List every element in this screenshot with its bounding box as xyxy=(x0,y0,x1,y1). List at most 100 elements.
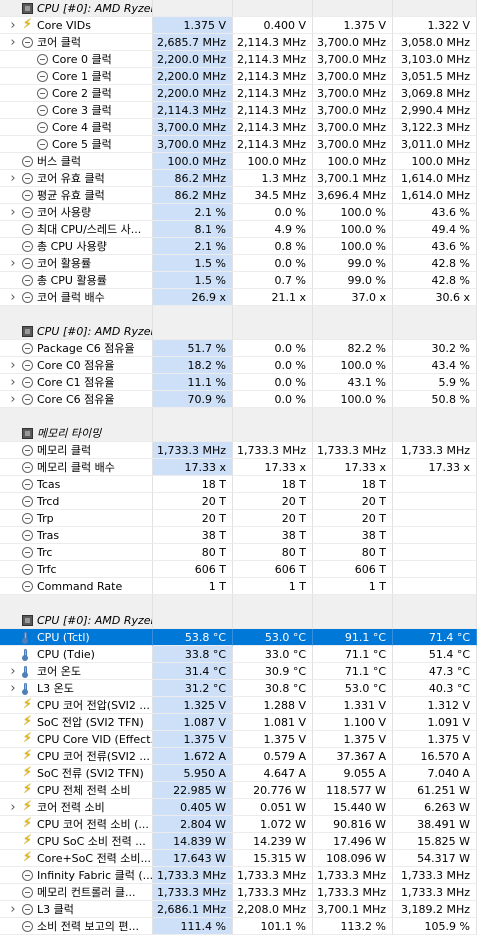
sensor-row[interactable]: › L3 클럭 2,686.1 MHz 2,208.0 MHz 3,700.1 MHz 3… xyxy=(0,901,477,918)
sensor-row[interactable]: ⚡ SoC 전류 (SVI2 TFN) 5.950 A 4.647 A 9.055 A7… xyxy=(0,765,477,782)
sensor-label-cell[interactable]: › 코어 유효 클럭 xyxy=(0,170,153,187)
sensor-label-cell[interactable]: Trc xyxy=(0,544,153,561)
section-header[interactable]: CPU [#0]: AMD Ryzen ... xyxy=(0,612,477,629)
sensor-label-cell[interactable]: › ⚡ Core VIDs xyxy=(0,17,153,34)
sensor-row[interactable]: › 코어 사용량 2.1 % 0.0 % 100.0 % 43.6 % xyxy=(0,204,477,221)
sensor-row[interactable]: 평균 유효 클럭 86.2 MHz 34.5 MHz 3,696.4 MHz 1,614… xyxy=(0,187,477,204)
section-header[interactable]: 메모리 타이밍 xyxy=(0,425,477,442)
sensor-row[interactable]: 메모리 컨트롤러 클... 1,733.3 MHz 1,733.3 MHz 1,733… xyxy=(0,884,477,901)
sensor-label-cell[interactable]: CPU (Tctl) xyxy=(0,629,153,646)
chevron-right-icon[interactable]: › xyxy=(8,391,18,407)
sensor-row[interactable]: Tras 38 T 38 T 38 T xyxy=(0,527,477,544)
chevron-right-icon[interactable]: › xyxy=(8,289,18,305)
sensor-row[interactable]: › ⚡ 코어 전력 소비 0.405 W 0.051 W 15.440 W 6.263 W xyxy=(0,799,477,816)
sensor-row[interactable]: 총 CPU 사용량 2.1 % 0.8 % 100.0 % 43.6 % xyxy=(0,238,477,255)
sensor-label-cell[interactable]: Trfc xyxy=(0,561,153,578)
sensor-label-cell[interactable]: › Core C1 점유율 xyxy=(0,374,153,391)
sensor-label-cell[interactable]: ⚡ CPU Core VID (Effect... xyxy=(0,731,153,748)
chevron-right-icon[interactable]: › xyxy=(8,374,18,390)
sensor-row[interactable]: › 코어 활용률 1.5 % 0.0 % 99.0 % 42.8 % xyxy=(0,255,477,272)
sensor-row[interactable]: › Core C6 점유율 70.9 % 0.0 % 100.0 % 50.8 % xyxy=(0,391,477,408)
sensor-label-cell[interactable]: Command Rate xyxy=(0,578,153,595)
sensor-row[interactable]: › 코어 클럭 배수 26.9 x 21.1 x 37.0 x 30.6 x xyxy=(0,289,477,306)
sensor-label-cell[interactable]: 소비 전력 보고의 편... xyxy=(0,918,153,935)
sensor-label-cell[interactable]: › 코어 사용량 xyxy=(0,204,153,221)
sensor-label-cell[interactable]: 메모리 클럭 xyxy=(0,442,153,459)
section-title-cell[interactable]: CPU [#0]: AMD Ryzen ... xyxy=(0,612,153,629)
chevron-right-icon[interactable]: › xyxy=(8,357,18,373)
chevron-right-icon[interactable]: › xyxy=(8,663,18,679)
sensor-label-cell[interactable]: › 코어 클럭 xyxy=(0,34,153,51)
section-title-cell[interactable]: CPU [#0]: AMD Ryzen ... xyxy=(0,323,153,340)
sensor-row[interactable]: Core 1 클럭 2,200.0 MHz 2,114.3 MHz 3,700.0 M… xyxy=(0,68,477,85)
sensor-label-cell[interactable]: ⚡ SoC 전압 (SVI2 TFN) xyxy=(0,714,153,731)
sensor-label-cell[interactable]: 총 CPU 활용률 xyxy=(0,272,153,289)
sensor-row[interactable]: Trc 80 T 80 T 80 T xyxy=(0,544,477,561)
sensor-label-cell[interactable]: › 코어 클럭 배수 xyxy=(0,289,153,306)
section-header[interactable]: CPU [#0]: AMD Ryzen ... xyxy=(0,0,477,17)
sensor-row[interactable]: Core 2 클럭 2,200.0 MHz 2,114.3 MHz 3,700.0 M… xyxy=(0,85,477,102)
sensor-label-cell[interactable]: Core 0 클럭 xyxy=(0,51,153,68)
sensor-row[interactable]: › 코어 온도 31.4 °C 30.9 °C 71.1 °C 47.3 °C xyxy=(0,663,477,680)
sensor-label-cell[interactable]: Tcas xyxy=(0,476,153,493)
sensor-row[interactable]: 메모리 클럭 배수 17.33 x 17.33 x 17.33 x 17.33 x xyxy=(0,459,477,476)
sensor-row[interactable]: ⚡ CPU 전체 전력 소비 22.985 W 20.776 W 118.577 W 61… xyxy=(0,782,477,799)
section-title-cell[interactable]: CPU [#0]: AMD Ryzen ... xyxy=(0,0,153,17)
sensor-label-cell[interactable]: 최대 CPU/스레드 사... xyxy=(0,221,153,238)
sensor-label-cell[interactable]: › 코어 활용률 xyxy=(0,255,153,272)
sensor-label-cell[interactable]: Core 2 클럭 xyxy=(0,85,153,102)
sensor-label-cell[interactable]: ⚡ SoC 전류 (SVI2 TFN) xyxy=(0,765,153,782)
sensor-row[interactable]: 메모리 클럭 1,733.3 MHz 1,733.3 MHz 1,733.3 MHz 1… xyxy=(0,442,477,459)
sensor-row[interactable]: 총 CPU 활용률 1.5 % 0.7 % 99.0 % 42.8 % xyxy=(0,272,477,289)
sensor-row[interactable]: Core 5 클럭 3,700.0 MHz 2,114.3 MHz 3,700.0 M… xyxy=(0,136,477,153)
sensor-row[interactable]: ⚡ CPU Core VID (Effect... 1.375 V 1.375 V 1.… xyxy=(0,731,477,748)
sensor-label-cell[interactable]: CPU (Tdie) xyxy=(0,646,153,663)
section-header[interactable]: CPU [#0]: AMD Ryzen ... xyxy=(0,323,477,340)
sensor-label-cell[interactable]: › Core C6 점유율 xyxy=(0,391,153,408)
sensor-label-cell[interactable]: 버스 클럭 xyxy=(0,153,153,170)
chevron-right-icon[interactable]: › xyxy=(8,204,18,220)
chevron-right-icon[interactable]: › xyxy=(8,34,18,50)
sensor-label-cell[interactable]: Core 1 클럭 xyxy=(0,68,153,85)
sensor-row[interactable]: Tcas 18 T 18 T 18 T xyxy=(0,476,477,493)
sensor-row[interactable]: › Core C0 점유율 18.2 % 0.0 % 100.0 % 43.4 % xyxy=(0,357,477,374)
sensor-label-cell[interactable]: Tras xyxy=(0,527,153,544)
sensor-row[interactable]: 버스 클럭 100.0 MHz 100.0 MHz 100.0 MHz 100.0 MH… xyxy=(0,153,477,170)
sensor-row[interactable]: ⚡ CPU 코어 전압(SVI2 ... 1.325 V 1.288 V 1.331 V… xyxy=(0,697,477,714)
section-title-cell[interactable]: 메모리 타이밍 xyxy=(0,425,153,442)
sensor-label-cell[interactable]: Trp xyxy=(0,510,153,527)
chevron-right-icon[interactable]: › xyxy=(8,17,18,33)
sensor-row[interactable]: Trp 20 T 20 T 20 T xyxy=(0,510,477,527)
sensor-row[interactable]: Trcd 20 T 20 T 20 T xyxy=(0,493,477,510)
sensor-row[interactable]: › L3 온도 31.2 °C 30.8 °C 53.0 °C 40.3 °C xyxy=(0,680,477,697)
sensor-row[interactable]: ⚡ CPU 코어 전력 소비 (... 2.804 W 1.072 W 90.816 W… xyxy=(0,816,477,833)
sensor-label-cell[interactable]: Trcd xyxy=(0,493,153,510)
sensor-row[interactable]: › Core C1 점유율 11.1 % 0.0 % 43.1 % 5.9 % xyxy=(0,374,477,391)
sensor-row[interactable]: ⚡ CPU SoC 소비 전력 ... 14.839 W 14.239 W 17.496… xyxy=(0,833,477,850)
sensor-row[interactable]: › 코어 유효 클럭 86.2 MHz 1.3 MHz 3,700.1 MHz 1,614… xyxy=(0,170,477,187)
sensor-row[interactable]: › 코어 클럭 2,685.7 MHz 2,114.3 MHz 3,700.0 MHz 3… xyxy=(0,34,477,51)
sensor-label-cell[interactable]: ⚡ CPU 코어 전압(SVI2 ... xyxy=(0,697,153,714)
sensor-row[interactable]: Package C6 점유율 51.7 % 0.0 % 82.2 % 30.2 % xyxy=(0,340,477,357)
sensor-label-cell[interactable]: ⚡ CPU 코어 전류(SVI2 ... xyxy=(0,748,153,765)
sensor-label-cell[interactable]: Core 3 클럭 xyxy=(0,102,153,119)
chevron-right-icon[interactable]: › xyxy=(8,680,18,696)
sensor-label-cell[interactable]: 총 CPU 사용량 xyxy=(0,238,153,255)
chevron-right-icon[interactable]: › xyxy=(8,255,18,271)
chevron-right-icon[interactable]: › xyxy=(8,799,18,815)
sensor-label-cell[interactable]: › 코어 온도 xyxy=(0,663,153,680)
sensor-label-cell[interactable]: ⚡ CPU SoC 소비 전력 ... xyxy=(0,833,153,850)
sensor-label-cell[interactable]: Core 4 클럭 xyxy=(0,119,153,136)
sensor-label-cell[interactable]: Package C6 점유율 xyxy=(0,340,153,357)
sensor-row[interactable]: Core 4 클럭 3,700.0 MHz 2,114.3 MHz 3,700.0 M… xyxy=(0,119,477,136)
sensor-label-cell[interactable]: ⚡ CPU 코어 전력 소비 (... xyxy=(0,816,153,833)
sensor-row[interactable]: 소비 전력 보고의 편... 111.4 % 101.1 % 113.2 % 105.9… xyxy=(0,918,477,935)
sensor-row[interactable]: CPU (Tdie) 33.8 °C 33.0 °C 71.1 °C 51.4 °C xyxy=(0,646,477,663)
chevron-right-icon[interactable]: › xyxy=(8,170,18,186)
sensor-row[interactable]: Core 0 클럭 2,200.0 MHz 2,114.3 MHz 3,700.0 M… xyxy=(0,51,477,68)
sensor-row[interactable]: › ⚡ Core VIDs 1.375 V 0.400 V 1.375 V 1.322 V xyxy=(0,17,477,34)
sensor-label-cell[interactable]: › ⚡ 코어 전력 소비 xyxy=(0,799,153,816)
sensor-label-cell[interactable]: › L3 클럭 xyxy=(0,901,153,918)
sensor-label-cell[interactable]: 메모리 컨트롤러 클... xyxy=(0,884,153,901)
sensor-row[interactable]: Command Rate 1 T1 T1 T xyxy=(0,578,477,595)
